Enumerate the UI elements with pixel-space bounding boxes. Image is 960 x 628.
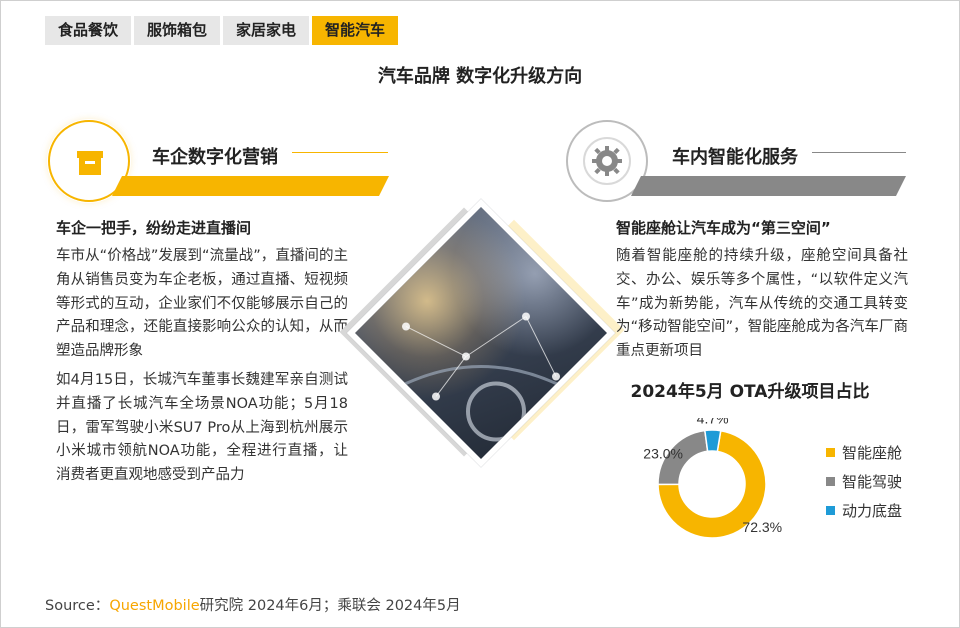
data-label-driving: 23.0% [643,445,683,461]
right-subhead: 智能座舱让汽车成为“第三空间” [616,219,831,237]
right-accent-bar [631,176,906,196]
data-label-cockpit: 72.3% [742,519,782,535]
tab-home[interactable]: 家居家电 [223,16,310,45]
legend-label-chassis: 动力底盘 [842,502,903,520]
chart-title: 2024年5月 OTA升级项目占比 [630,382,870,402]
slice-chassis [704,429,722,453]
left-section-title: 车企数字化营销 [152,147,278,168]
left-title-line [292,152,388,153]
gear-icon [583,137,631,185]
source-note: Source：QuestMobile研究院 2024年6月；乘联会 2024年5… [45,594,461,615]
data-label-chassis: 4.7% [697,418,729,427]
left-paragraph-2: 如4月15日，长城汽车董事长魏建军亲自测试并直播了长城汽车全场景NOA功能；5月… [56,372,348,484]
right-title-line [812,152,906,153]
left-paragraph-1: 车市从“价格战”发展到“流量战”，直播间的主角从销售员变为车企老板，通过直播、短… [56,248,348,360]
legend-label-driving: 智能驾驶 [842,473,903,491]
source-brand: QuestMobile [109,598,200,614]
legend-item-cockpit: 智能座舱 [826,438,902,467]
legend-item-driving: 智能驾驶 [826,467,902,496]
legend-swatch-cockpit [826,448,835,457]
donut-chart: 72.3% 23.0% 4.7% [643,418,782,539]
tab-food[interactable]: 食品餐饮 [45,16,132,45]
source-rest: 研究院 2024年6月；乘联会 2024年5月 [199,598,461,614]
source-prefix: Source： [45,598,110,614]
right-section-title: 车内智能化服务 [672,147,798,168]
legend-swatch-driving [826,477,835,486]
category-tabs: 食品餐饮 服饰箱包 家居家电 智能汽车 [45,16,401,45]
legend-item-chassis: 动力底盘 [826,496,902,525]
left-accent-bar [112,176,389,196]
left-subhead: 车企一把手，纷纷走进直播间 [56,219,252,237]
legend-swatch-chassis [826,506,835,515]
legend-label-cockpit: 智能座舱 [842,444,903,462]
tab-smart-car[interactable]: 智能汽车 [312,16,399,45]
tab-apparel[interactable]: 服饰箱包 [134,16,221,45]
right-paragraph: 随着智能座舱的持续升级，座舱空间具备社交、办公、娱乐等多个属性，“以软件定义汽车… [616,248,908,360]
chart-legend: 智能座舱 智能驾驶 动力底盘 [826,438,902,525]
page-title: 汽车品牌 数字化升级方向 [377,66,583,87]
